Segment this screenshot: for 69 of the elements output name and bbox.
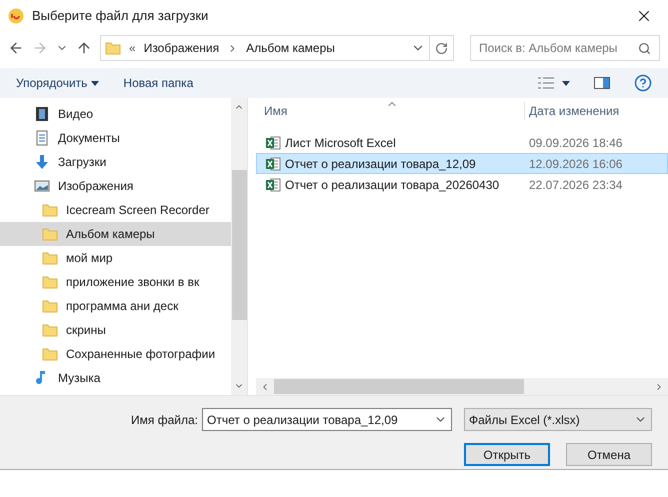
organize-button[interactable]: Упорядочить (16, 74, 100, 92)
film-icon (34, 106, 50, 122)
app-logo-icon (8, 8, 24, 24)
document-icon (34, 130, 50, 146)
folder-icon (42, 322, 58, 338)
spreadsheet-icon (265, 176, 281, 192)
search-input[interactable]: Поиск в: Альбом камеры (479, 39, 638, 57)
view-options-button[interactable] (538, 77, 570, 89)
right-arrow-icon (32, 40, 48, 56)
back-button[interactable] (8, 40, 24, 56)
sidebar-item[interactable]: Изображения (0, 174, 231, 198)
spreadsheet-icon (265, 156, 281, 172)
up-button[interactable] (76, 40, 92, 56)
sidebar-item[interactable]: Сохраненные фотографии (0, 342, 231, 366)
spreadsheet-icon (265, 134, 281, 150)
sidebar-item[interactable]: Музыка (0, 366, 231, 390)
filename-field[interactable]: Отчет о реализации товара_12,09 (202, 408, 452, 431)
breadcrumb[interactable]: Изображения (144, 39, 220, 57)
breadcrumb[interactable]: Альбом камеры (246, 39, 335, 57)
folder-icon (42, 274, 58, 290)
folder-icon (42, 226, 58, 242)
folder-icon (42, 298, 58, 314)
search-icon (638, 42, 651, 54)
file-date: 12.09.2026 16:06 (528, 156, 622, 172)
folder-icon (42, 202, 58, 218)
folder-icon (105, 40, 121, 56)
window-title: Выберите файл для загрузки (32, 7, 208, 26)
file-name: Отчет о реализации товара_20260430 (285, 176, 500, 194)
caret-icon (562, 80, 570, 86)
open-button[interactable]: Открыть (464, 443, 550, 466)
refresh-icon (435, 42, 448, 54)
list-view-icon (538, 77, 554, 89)
cancel-button[interactable]: Отмена (566, 443, 652, 466)
horizontal-scrollbar[interactable] (256, 378, 668, 395)
preview-pane-button[interactable] (594, 77, 610, 89)
file-name: Отчет о реализации товара_12,09 (285, 156, 476, 172)
file-row[interactable]: Лист Microsoft Excel 09.09.2026 18:46 (256, 132, 668, 153)
folder-icon (42, 346, 58, 362)
help-button[interactable] (634, 74, 652, 92)
folder-icon (42, 250, 58, 266)
file-name: Лист Microsoft Excel (285, 134, 396, 152)
vertical-scrollbar[interactable] (231, 98, 247, 395)
sidebar-item[interactable]: Загрузки (0, 150, 231, 174)
new-folder-button[interactable]: Новая папка (123, 74, 194, 92)
address-bar[interactable]: « Изображения Альбом камеры (100, 35, 430, 61)
sidebar-item[interactable]: Icecream Screen Recorder (0, 198, 231, 222)
picture-icon (34, 178, 50, 194)
help-icon (634, 74, 652, 92)
sidebar-item[interactable]: Документы (0, 126, 231, 150)
sidebar-item[interactable]: Альбом камеры (0, 222, 231, 246)
file-type-dropdown[interactable]: Файлы Excel (*.xlsx) (464, 408, 652, 431)
file-row[interactable]: Отчет о реализации товара_20260430 22.07.2026 23:34 (256, 174, 668, 195)
column-header[interactable]: Имя (256, 102, 524, 120)
sidebar-item[interactable]: программа ани деск (0, 294, 231, 318)
file-date: 09.09.2026 18:46 (528, 134, 622, 152)
refresh-button[interactable] (430, 35, 454, 61)
caret-icon (91, 80, 100, 86)
file-row[interactable]: Отчет о реализации товара_12,09 12.09.2026 16:06 (256, 153, 668, 174)
pane-icon (594, 77, 610, 89)
sidebar-item[interactable]: Видео (0, 102, 231, 126)
filename-label: Имя файла: (131, 412, 198, 428)
sidebar-item[interactable]: приложение звонки в вк (0, 270, 231, 294)
overflow-mark: « (129, 40, 136, 57)
file-date: 22.07.2026 23:34 (528, 176, 622, 194)
search-field[interactable]: Поиск в: Альбом камеры (470, 35, 660, 61)
sidebar-item[interactable]: скрины (0, 318, 231, 342)
down-arrow-icon (34, 154, 50, 170)
column-header[interactable]: Дата изменения (524, 102, 620, 120)
sidebar-item[interactable]: мой мир (0, 246, 231, 270)
